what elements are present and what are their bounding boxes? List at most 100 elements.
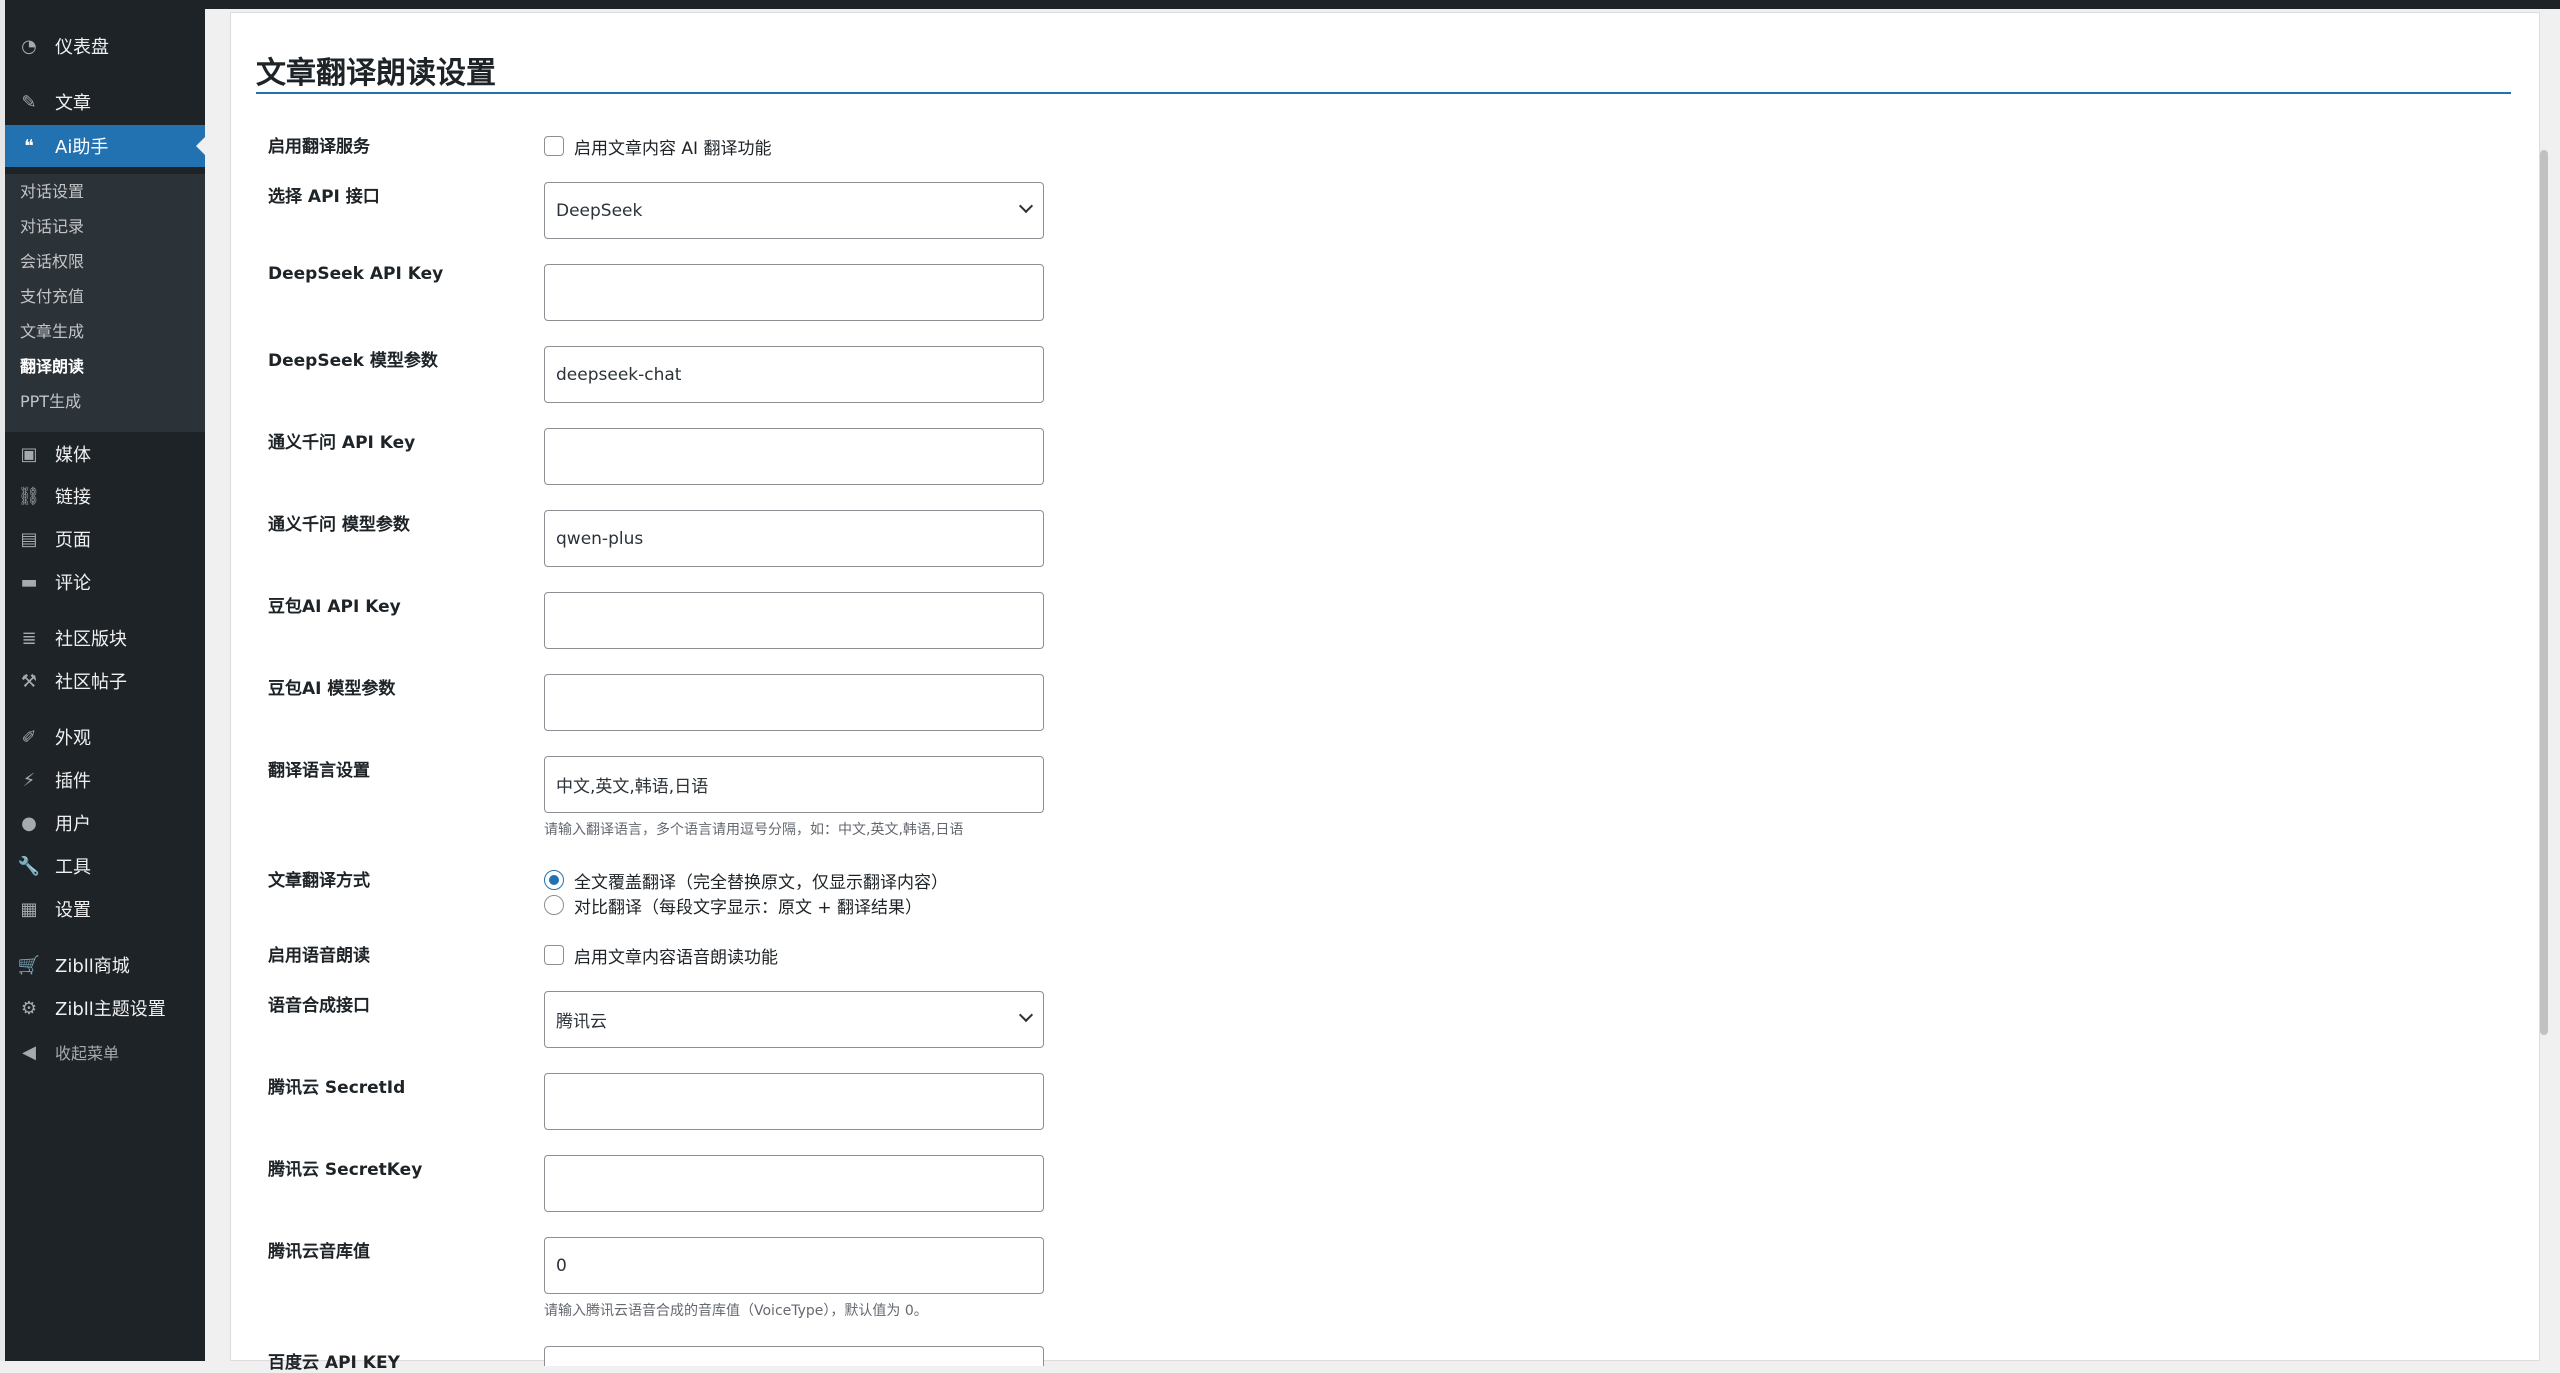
qwen-key-label: 通义千问 API Key	[268, 433, 416, 453]
sidebar-item-label: 社区版块	[55, 629, 127, 650]
sidebar-item-label: 外观	[55, 728, 91, 749]
deepseek-key-label: DeepSeek API Key	[268, 264, 444, 284]
sidebar-item-zibll-shop[interactable]: 🛒 Zibll商城	[5, 944, 205, 986]
mode-compare-radio[interactable]	[544, 895, 564, 915]
admin-sidebar: ◔ 仪表盘 ✎ 文章 ❝ Ai助手 对话设置 对话记录 会话权限 支付充值 文章生成 …	[5, 0, 205, 1361]
comment-icon: ▬	[20, 571, 38, 593]
brush-icon: ✐	[21, 726, 37, 748]
sidebar-item-media[interactable]: ▣ 媒体	[5, 433, 205, 475]
api-select-value: DeepSeek	[556, 200, 643, 221]
chevron-down-icon	[1018, 1007, 1034, 1023]
mode-compare-label[interactable]: 对比翻译（每段文字显示：原文 + 翻译结果）	[574, 893, 922, 918]
sidebar-item-community-sections[interactable]: ≣ 社区版块	[5, 617, 205, 659]
sidebar-item-label: Ai助手	[55, 137, 109, 158]
tencent-voice-help-text: 请输入腾讯云语音合成的音库值（VoiceType），默认值为 0。	[544, 1303, 928, 1319]
sidebar-item-label: 链接	[55, 487, 91, 508]
hammer-icon: ⚒	[20, 670, 38, 692]
enable-translation-option-label[interactable]: 启用文章内容 AI 翻译功能	[574, 134, 771, 159]
sidebar-item-community-posts[interactable]: ⚒ 社区帖子	[5, 660, 205, 702]
submenu-item-session-permissions[interactable]: 会话权限	[20, 252, 84, 272]
tencent-secretid-input[interactable]	[544, 1073, 1044, 1130]
cart-icon: 🛒	[17, 954, 41, 976]
sidebar-item-plugins[interactable]: ⚡ 插件	[5, 759, 205, 801]
page-title: 文章翻译朗读设置	[256, 56, 496, 91]
mode-full-label[interactable]: 全文覆盖翻译（完全替换原文，仅显示翻译内容）	[574, 868, 948, 893]
api-select[interactable]: DeepSeek	[544, 182, 1044, 239]
settings-panel: 文章翻译朗读设置 启用翻译服务 启用文章内容 AI 翻译功能 选择 API 接口…	[230, 12, 2540, 1373]
sidebar-item-label: 页面	[55, 530, 91, 551]
plugin-icon: ⚡	[22, 769, 36, 791]
chevron-down-icon	[1018, 198, 1034, 214]
sidebar-item-label: Zibll主题设置	[55, 999, 166, 1020]
settings-icon: ▦	[20, 898, 38, 920]
media-icon: ▣	[20, 443, 38, 465]
sidebar-item-label: 收起菜单	[55, 1044, 120, 1063]
tencent-secretkey-input[interactable]	[544, 1155, 1044, 1212]
submenu-item-ppt-generation[interactable]: PPT生成	[20, 392, 81, 412]
sidebar-item-posts[interactable]: ✎ 文章	[5, 81, 205, 123]
sidebar-item-settings[interactable]: ▦ 设置	[5, 888, 205, 930]
sidebar-item-label: 插件	[55, 771, 91, 792]
enable-tts-checkbox[interactable]	[544, 945, 564, 965]
enable-tts-label: 启用语音朗读	[268, 946, 370, 966]
pin-icon: ✎	[21, 91, 37, 113]
tencent-voice-input[interactable]: 0	[544, 1237, 1044, 1294]
sidebar-item-comments[interactable]: ▬ 评论	[5, 561, 205, 603]
languages-help-text: 请输入翻译语言，多个语言请用逗号分隔，如：中文,英文,韩语,日语	[544, 822, 964, 838]
dashboard-icon: ◔	[21, 35, 37, 57]
chat-icon: ❝	[24, 135, 34, 157]
admin-top-bar	[0, 0, 2560, 9]
user-icon: ●	[21, 812, 37, 834]
submenu-item-chat-settings[interactable]: 对话设置	[20, 182, 84, 202]
sidebar-item-label: Zibll商城	[55, 956, 130, 977]
deepseek-key-input[interactable]	[544, 264, 1044, 321]
submenu-item-chat-history[interactable]: 对话记录	[20, 217, 84, 237]
tencent-secretkey-label: 腾讯云 SecretKey	[268, 1160, 423, 1180]
submenu-item-payment[interactable]: 支付充值	[20, 287, 84, 307]
languages-input[interactable]: 中文,英文,韩语,日语	[544, 756, 1044, 813]
enable-translation-checkbox[interactable]	[544, 136, 564, 156]
deepseek-model-input[interactable]: deepseek-chat	[544, 346, 1044, 403]
translation-mode-label: 文章翻译方式	[268, 871, 370, 891]
qwen-model-input[interactable]: qwen-plus	[544, 510, 1044, 567]
sidebar-item-links[interactable]: ⛓ 链接	[5, 475, 205, 517]
sidebar-item-label: 仪表盘	[55, 37, 109, 58]
submenu-item-translate-read[interactable]: 翻译朗读	[20, 357, 84, 377]
doubao-key-input[interactable]	[544, 592, 1044, 649]
enable-tts-option-label[interactable]: 启用文章内容语音朗读功能	[574, 943, 778, 968]
languages-label: 翻译语言设置	[268, 761, 370, 781]
baidu-key-input[interactable]	[544, 1346, 1044, 1366]
sidebar-item-label: 社区帖子	[55, 672, 127, 693]
title-divider	[256, 92, 2511, 94]
sidebar-item-appearance[interactable]: ✐ 外观	[5, 716, 205, 758]
sidebar-item-label: 评论	[55, 573, 91, 594]
sidebar-item-label: 设置	[55, 900, 91, 921]
submenu-item-article-generation[interactable]: 文章生成	[20, 322, 84, 342]
sidebar-item-zibll-theme-settings[interactable]: ⚙ Zibll主题设置	[5, 987, 205, 1029]
page-icon: ▤	[20, 528, 38, 550]
qwen-key-input[interactable]	[544, 428, 1044, 485]
mode-full-radio[interactable]	[544, 870, 564, 890]
tts-api-select-value: 腾讯云	[556, 1012, 607, 1032]
sidebar-item-tools[interactable]: 🔧 工具	[5, 845, 205, 887]
doubao-key-label: 豆包AI API Key	[268, 597, 401, 617]
link-icon: ⛓	[17, 485, 41, 507]
gear-icon: ⚙	[20, 997, 38, 1019]
page-scrollbar[interactable]	[2540, 150, 2548, 1035]
api-select-label: 选择 API 接口	[268, 187, 380, 207]
doubao-model-input[interactable]	[544, 674, 1044, 731]
sidebar-item-dashboard[interactable]: ◔ 仪表盘	[5, 25, 205, 67]
current-menu-arrow	[196, 137, 205, 155]
sidebar-item-pages[interactable]: ▤ 页面	[5, 518, 205, 560]
tencent-voice-label: 腾讯云音库值	[268, 1242, 370, 1262]
tts-api-label: 语音合成接口	[268, 996, 370, 1016]
deepseek-model-label: DeepSeek 模型参数	[268, 351, 438, 371]
sidebar-collapse-button[interactable]: ◀ 收起菜单	[5, 1031, 205, 1073]
tts-api-select[interactable]: 腾讯云	[544, 991, 1044, 1048]
sidebar-item-ai-assistant[interactable]: ❝ Ai助手	[5, 125, 205, 167]
collapse-icon: ◀	[22, 1041, 36, 1063]
sidebar-item-label: 文章	[55, 93, 91, 114]
tencent-secretid-label: 腾讯云 SecretId	[268, 1078, 406, 1098]
sidebar-item-users[interactable]: ● 用户	[5, 802, 205, 844]
qwen-model-label: 通义千问 模型参数	[268, 515, 410, 535]
